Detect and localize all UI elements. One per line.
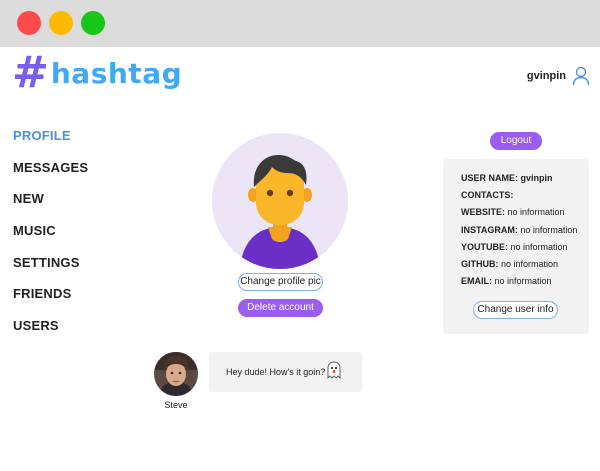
profile-avatar	[212, 133, 348, 269]
nav-item-friends[interactable]: FRIENDS	[13, 286, 88, 318]
contacts-label: CONTACTS:	[461, 190, 514, 200]
minimize-window-button[interactable]	[49, 11, 73, 35]
logout-button[interactable]: Logout	[490, 132, 542, 150]
username-row: USER NAME: gvinpin	[461, 173, 553, 183]
nav-item-settings[interactable]: SETTINGS	[13, 255, 88, 287]
window-titlebar	[0, 0, 600, 47]
contact-row-github: GITHUB: no information	[461, 259, 558, 269]
nav-item-new[interactable]: NEW	[13, 191, 88, 223]
header-username: gvinpin	[526, 70, 566, 82]
contact-label: INSTAGRAM:	[461, 225, 518, 235]
user-info-card: USER NAME: gvinpin CONTACTS: WEBSITE: no…	[443, 159, 589, 334]
contacts-heading: CONTACTS:	[461, 190, 513, 200]
brand-logo[interactable]: # hashtag	[12, 47, 183, 98]
contact-row-website: WEBSITE: no information	[461, 207, 565, 217]
contact-value: no information	[501, 259, 559, 269]
post-author-avatar[interactable]	[154, 352, 198, 396]
contact-row-youtube: YOUTUBE: no information	[461, 242, 568, 252]
author-photo	[154, 352, 198, 396]
delete-account-button[interactable]: Delete account	[238, 299, 323, 317]
post-author-name: Steve	[164, 400, 188, 410]
user-icon[interactable]	[572, 66, 590, 86]
contact-label: EMAIL:	[461, 276, 492, 286]
nav-item-music[interactable]: MUSIC	[13, 223, 88, 255]
nav-item-users[interactable]: USERS	[13, 318, 88, 350]
contact-value: no information	[510, 242, 568, 252]
post-text: Hey dude! How's it goin?	[226, 367, 326, 377]
contact-value: no information	[494, 276, 552, 286]
nav-item-profile[interactable]: PROFILE	[13, 128, 88, 160]
change-profile-pic-button[interactable]: Change profile pic	[238, 273, 323, 291]
contact-row-email: EMAIL: no information	[461, 276, 552, 286]
username-label: USER NAME:	[461, 173, 519, 183]
sidebar-nav: PROFILE MESSAGES NEW MUSIC SETTINGS FRIE…	[13, 128, 88, 350]
post-message: Hey dude! How's it goin?	[209, 352, 362, 392]
contact-label: WEBSITE:	[461, 207, 505, 217]
close-window-button[interactable]	[17, 11, 41, 35]
contact-label: GITHUB:	[461, 259, 499, 269]
header-user[interactable]: gvinpin	[527, 66, 590, 86]
logo-text: hashtag	[50, 56, 183, 90]
nav-item-messages[interactable]: MESSAGES	[13, 160, 88, 192]
default-avatar-icon	[240, 155, 320, 269]
ghost-emoji-icon	[327, 361, 341, 379]
maximize-window-button[interactable]	[81, 11, 105, 35]
logo-hash-icon: #	[12, 47, 49, 98]
contact-row-instagram: INSTAGRAM: no information	[461, 225, 577, 235]
change-user-info-button[interactable]: Change user info	[473, 301, 558, 319]
contact-label: YOUTUBE:	[461, 242, 508, 252]
username-value: gvinpin	[520, 173, 553, 183]
contact-value: no information	[507, 207, 565, 217]
contact-value: no information	[520, 225, 578, 235]
